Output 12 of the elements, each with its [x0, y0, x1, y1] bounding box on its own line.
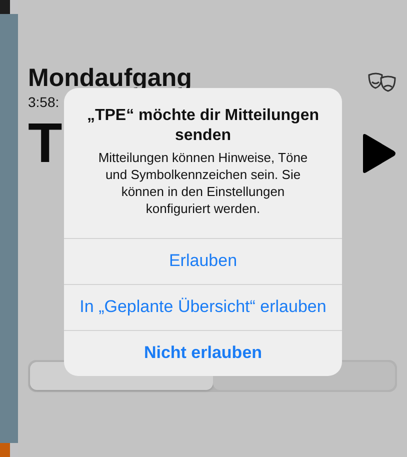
alert-message: Mitteilungen können Hinweise, Töne und Symbolkennzeichen sein. Sie können in den Einstellungen konfiguriert werden.: [97, 149, 309, 218]
alert-action-button[interactable]: Nicht erlauben: [64, 330, 342, 376]
alert-title: „TPE“ möchte dir Mitteilungen senden: [86, 106, 320, 146]
countdown-label: T: [28, 111, 62, 174]
elapsed-time: 3:58:: [28, 94, 60, 110]
edge-block: [0, 443, 10, 457]
screen-title: Mondaufgang: [28, 66, 192, 91]
theater-masks-icon[interactable]: [367, 72, 397, 94]
play-icon[interactable]: [360, 133, 397, 174]
alert-action-button[interactable]: In „Geplante Übersicht“ erlauben: [64, 284, 342, 330]
alert-action-button[interactable]: Erlauben: [64, 238, 342, 284]
edge-block: [0, 0, 10, 14]
